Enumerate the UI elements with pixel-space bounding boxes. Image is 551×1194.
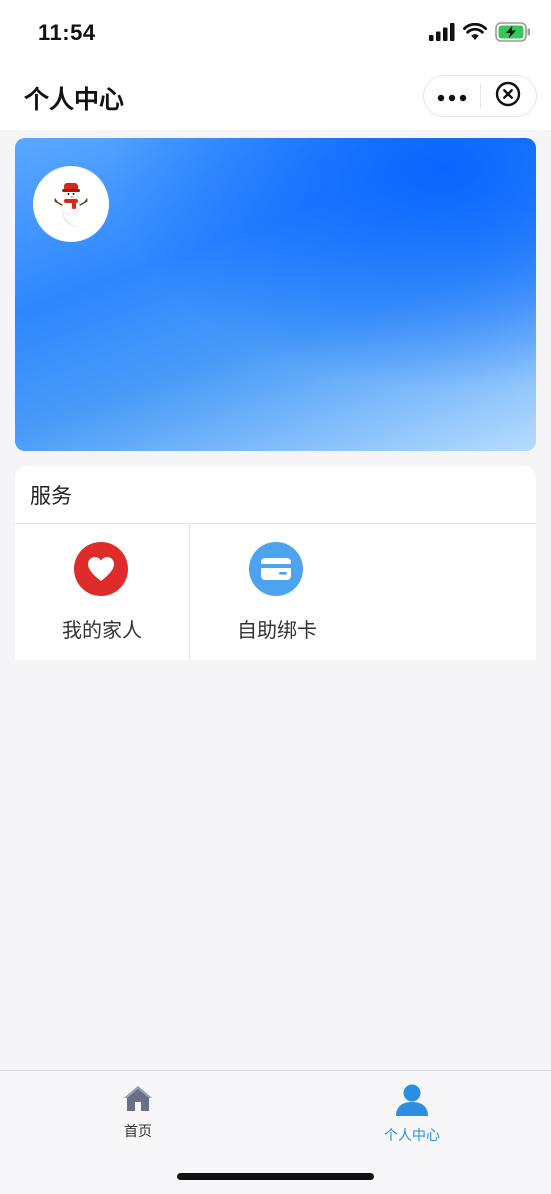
mini-program-capsule xyxy=(423,75,537,117)
service-my-family[interactable]: 我的家人 xyxy=(15,524,189,660)
services-card: 服务 我的家人 自助绑卡 xyxy=(15,466,536,660)
tab-profile[interactable]: 个人中心 xyxy=(352,1083,472,1145)
home-icon xyxy=(122,1086,154,1117)
close-button[interactable] xyxy=(480,76,536,116)
service-label: 我的家人 xyxy=(62,618,142,642)
wifi-icon xyxy=(463,22,487,45)
person-icon xyxy=(394,1084,430,1121)
close-circle-icon xyxy=(495,81,521,111)
profile-banner xyxy=(15,138,536,451)
services-title: 服务 xyxy=(30,484,72,508)
page-title: 个人中心 xyxy=(24,85,125,114)
service-label: 自助绑卡 xyxy=(237,618,317,642)
more-button[interactable] xyxy=(424,76,480,116)
status-time: 11:54 xyxy=(38,20,96,45)
more-icon xyxy=(437,87,467,106)
tab-home[interactable]: 首页 xyxy=(78,1083,198,1141)
signal-icon xyxy=(429,23,455,45)
service-self-bind-card[interactable]: 自助绑卡 xyxy=(190,524,364,660)
home-indicator xyxy=(177,1173,374,1180)
nav-bar: 个人中心 xyxy=(0,66,551,130)
status-bar: 11:54 xyxy=(0,0,551,66)
heart-icon xyxy=(74,542,128,596)
battery-charging-icon xyxy=(495,22,531,46)
tab-label: 首页 xyxy=(124,1124,152,1140)
card-icon xyxy=(249,542,303,596)
status-icons xyxy=(429,22,531,46)
tab-label: 个人中心 xyxy=(384,1128,440,1144)
snowman-avatar xyxy=(41,172,101,236)
avatar[interactable] xyxy=(33,166,109,242)
